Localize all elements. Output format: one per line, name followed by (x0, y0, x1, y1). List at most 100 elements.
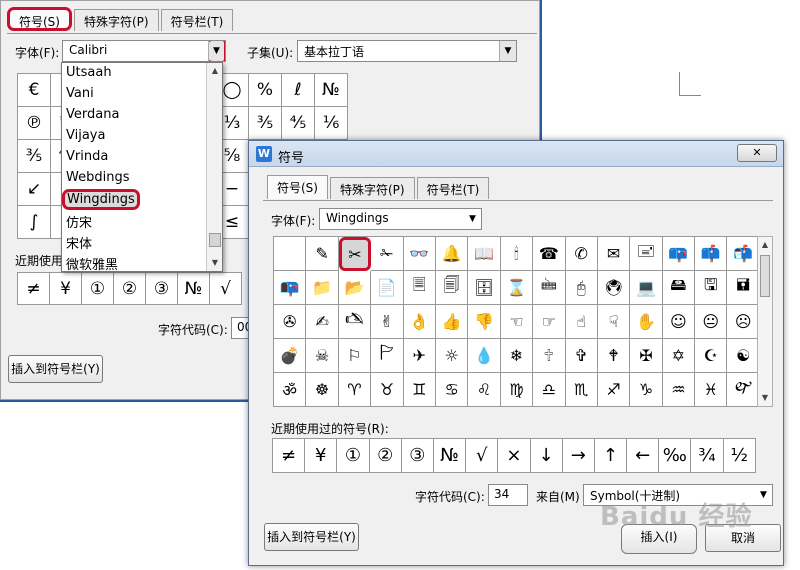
symbol-cell[interactable]: ♐ (597, 373, 631, 407)
symbol-cell[interactable]: ☠ (306, 339, 339, 373)
close-button[interactable]: ✕ (737, 144, 777, 162)
chevron-down-icon[interactable]: ▼ (755, 485, 772, 505)
symbol-cell[interactable]: 🖬 (727, 271, 760, 305)
symbol-cell[interactable]: ☜ (500, 305, 534, 339)
font-option[interactable]: 宋体 (62, 231, 207, 252)
symbol-cell[interactable]: 🖎 (338, 305, 372, 339)
symbol-cell[interactable]: 🕈 (597, 339, 631, 373)
symbol-cell[interactable]: ♊ (403, 373, 436, 407)
symbol-cell[interactable]: ✈ (403, 339, 436, 373)
font-option[interactable]: Verdana (62, 105, 207, 126)
tab-symbol[interactable]: 符号(S) (267, 175, 328, 199)
symbol-cell[interactable]: 💧 (468, 339, 501, 373)
symbol-cell[interactable]: ☺ (662, 305, 696, 339)
scroll-up-icon[interactable]: ▲ (758, 237, 772, 253)
symbol-cell[interactable]: ♌ (468, 373, 501, 407)
font-option[interactable]: Webdings (62, 168, 207, 189)
symbol-cell[interactable]: ♎ (533, 373, 566, 407)
recent-symbol-cell[interactable]: ¾ (691, 439, 724, 473)
symbol-cell[interactable]: 🖃 (630, 237, 663, 271)
symbol-cell[interactable]: ✍ (306, 305, 339, 339)
symbol-cell[interactable]: 🖮 (533, 271, 566, 305)
symbol-cell[interactable]: 👎 (468, 305, 501, 339)
symbol-cell[interactable]: 📄 (371, 271, 404, 305)
recent-symbol-cell[interactable]: → (562, 439, 595, 473)
recent-symbol-cell[interactable]: ↓ (530, 439, 563, 473)
symbol-cell[interactable]: ✞ (565, 339, 598, 373)
symbol-cell[interactable]: ♉ (371, 373, 404, 407)
font-option[interactable]: Utsaah (62, 63, 207, 84)
symbol-cell[interactable]: 🏱 (371, 339, 404, 373)
symbol-cell[interactable]: ♈ (338, 373, 372, 407)
symbol-cell[interactable]: ♑ (630, 373, 663, 407)
tab-symbol-bar[interactable]: 符号栏(T) (416, 177, 490, 199)
symbol-cell[interactable]: ✂ (338, 237, 372, 271)
recent-symbol-cell[interactable]: № (178, 273, 210, 305)
symbol-cell[interactable]: ☞ (533, 305, 566, 339)
symbol-cell[interactable]: ✎ (306, 237, 339, 271)
scroll-up-icon[interactable]: ▲ (207, 63, 223, 79)
bg-tab-symbol-bar[interactable]: 符号栏(T) (160, 9, 234, 31)
symbol-cell[interactable]: ☯ (727, 339, 760, 373)
symbol-cell[interactable]: ✌ (371, 305, 404, 339)
font-option[interactable]: 仿宋 (62, 210, 207, 231)
font-option[interactable]: Vijaya (62, 126, 207, 147)
recent-symbol-cell[interactable]: ¥ (50, 273, 82, 305)
chevron-down-icon[interactable]: ▼ (499, 41, 516, 61)
symbol-cell[interactable]: 🗄 (468, 271, 501, 305)
recent-symbol-cell[interactable]: ≠ (18, 273, 50, 305)
chevron-down-icon[interactable]: ▼ (464, 209, 481, 229)
tab-special-chars[interactable]: 特殊字符(P) (329, 177, 415, 199)
recent-symbol-cell[interactable]: ③ (401, 439, 434, 473)
bg-tab-symbol[interactable]: 符号(S) (7, 7, 72, 31)
symbol-cell[interactable]: ☝ (565, 305, 598, 339)
code-input[interactable]: 34 (488, 484, 528, 506)
chevron-down-icon[interactable]: ▼ (208, 41, 225, 61)
symbol-cell[interactable]: ✠ (630, 339, 663, 373)
font-select[interactable]: Wingdings ▼ (319, 208, 482, 230)
symbol-cell[interactable]: 📁 (306, 271, 339, 305)
symbol-cell[interactable]: ↙ (18, 173, 51, 206)
symbol-cell[interactable] (274, 237, 307, 271)
symbol-cell[interactable]: 🕯 (500, 237, 534, 271)
symbol-cell[interactable]: ℓ (282, 74, 315, 107)
symbol-cell[interactable]: ⚐ (338, 339, 372, 373)
font-list-scrollbar[interactable]: ▲ ▼ (206, 63, 222, 271)
symbol-cell[interactable]: ✇ (274, 305, 307, 339)
recent-symbol-cell[interactable]: ② (369, 439, 402, 473)
symbol-cell[interactable]: 📫 (695, 237, 728, 271)
bg-font-select[interactable]: Calibri ▼ (62, 40, 226, 62)
bg-subset-select[interactable]: 基本拉丁语 ▼ (297, 40, 517, 62)
symbol-cell[interactable]: ∫ (18, 206, 51, 239)
recent-symbol-cell[interactable]: ① (337, 439, 370, 473)
symbol-cell[interactable]: 👓 (403, 237, 436, 271)
symbol-cell[interactable]: ✁ (371, 237, 404, 271)
recent-symbol-cell[interactable]: ‰ (659, 439, 692, 473)
symbol-cell[interactable]: 📂 (338, 271, 372, 305)
symbol-cell[interactable]: 📭 (274, 271, 307, 305)
symbol-cell[interactable]: ♍ (500, 373, 534, 407)
symbol-cell[interactable]: % (249, 74, 282, 107)
symbol-cell[interactable]: № (315, 74, 348, 107)
symbol-cell[interactable]: 🕆 (533, 339, 566, 373)
symbol-cell[interactable]: ℗ (18, 107, 51, 140)
recent-symbol-cell[interactable]: ← (627, 439, 660, 473)
symbol-cell[interactable]: ☟ (597, 305, 631, 339)
symbol-grid-scrollbar[interactable]: ▲ ▼ (757, 236, 773, 407)
symbol-cell[interactable]: ⅙ (315, 107, 348, 140)
recent-symbol-cell[interactable]: ¥ (305, 439, 338, 473)
symbol-cell[interactable]: 💣 (274, 339, 307, 373)
symbol-cell[interactable]: 🖰 (565, 271, 598, 305)
symbol-cell[interactable]: 🖲 (597, 271, 631, 305)
scroll-down-icon[interactable]: ▼ (207, 255, 223, 271)
symbol-cell[interactable]: ⅗ (18, 140, 51, 173)
recent-symbol-cell[interactable]: № (433, 439, 467, 473)
font-option[interactable]: Vrinda (62, 147, 207, 168)
font-option[interactable]: Wingdings (62, 189, 140, 210)
symbol-cell[interactable]: ⌛ (500, 271, 534, 305)
symbol-cell[interactable]: ✆ (565, 237, 598, 271)
symbol-cell[interactable]: 🔔 (435, 237, 469, 271)
symbol-cell[interactable]: ❄ (500, 339, 534, 373)
symbol-cell[interactable]: ♓ (695, 373, 728, 407)
symbol-cell[interactable]: € (18, 74, 51, 107)
